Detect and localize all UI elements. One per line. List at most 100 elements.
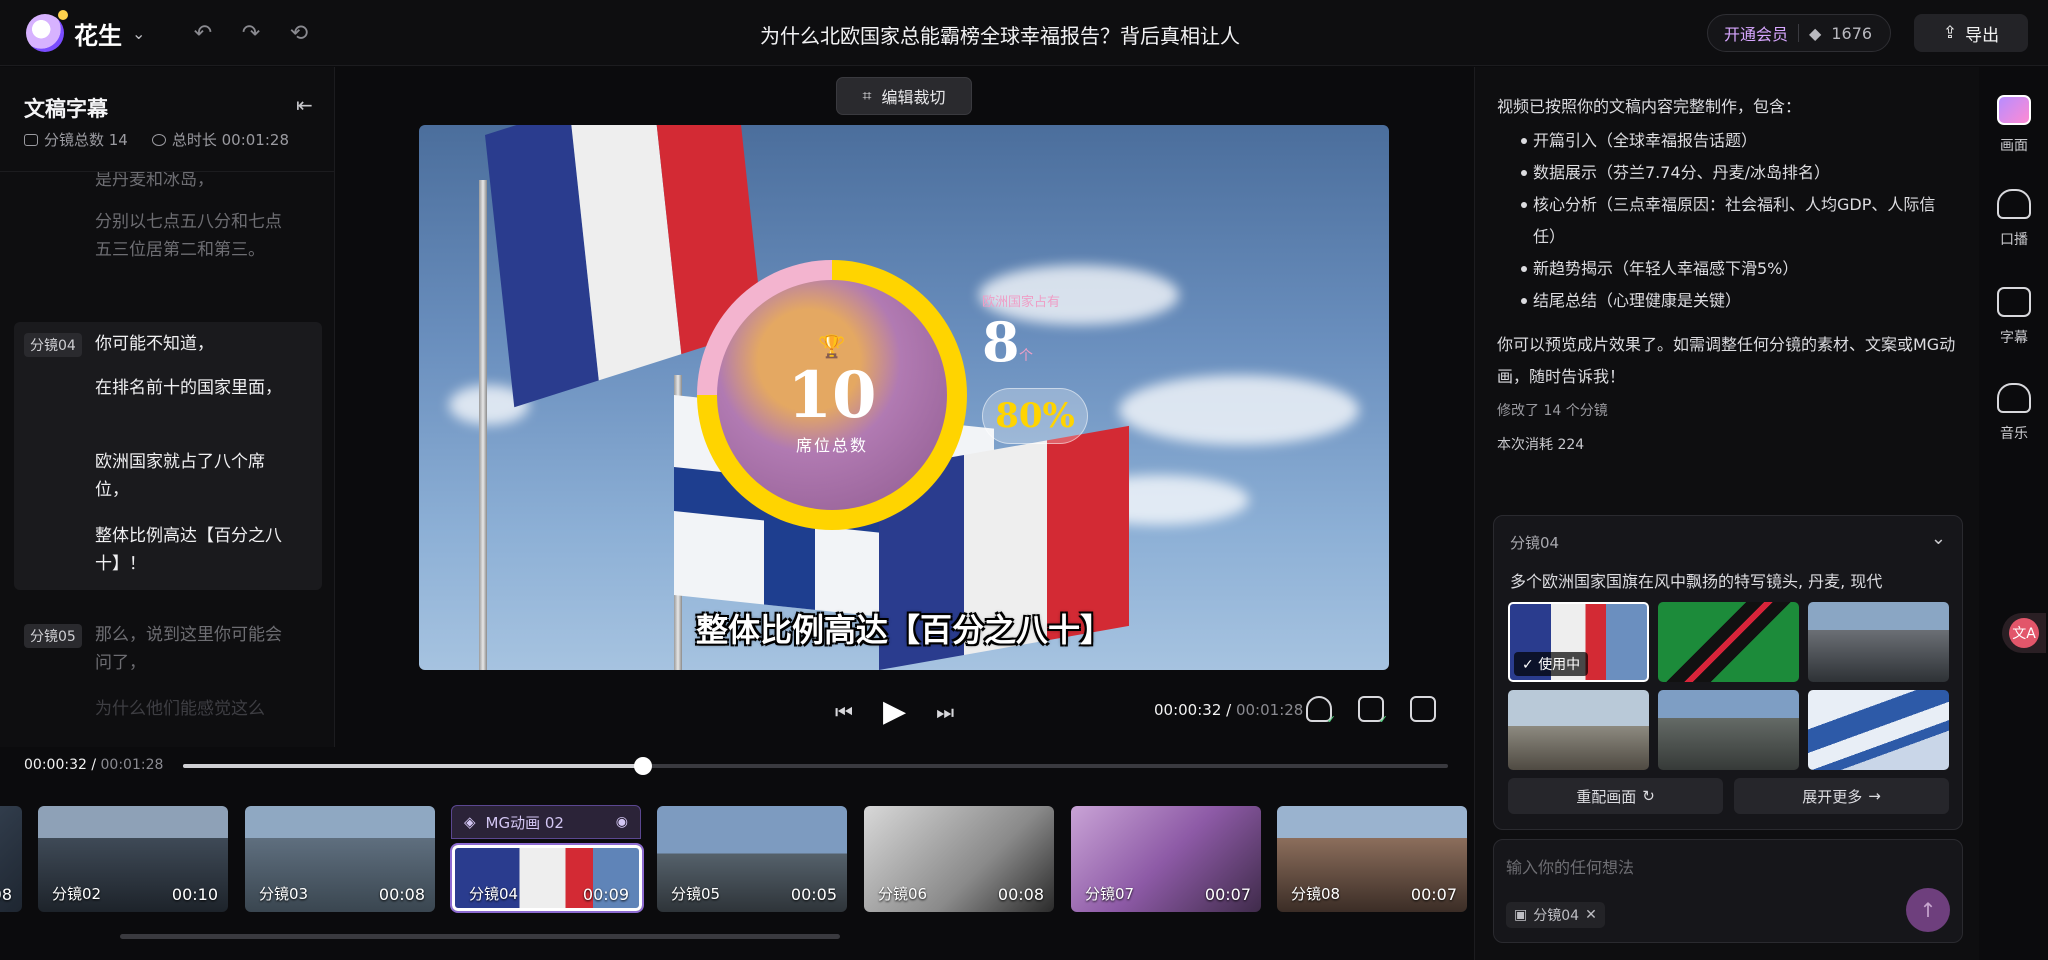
translate-float-button[interactable]: 文A: [2002, 613, 2046, 653]
timeline-scrubber[interactable]: [183, 757, 1448, 775]
script-line[interactable]: 那么，说到这里你可能会问了，: [95, 621, 285, 677]
shot-tag: 分镜04: [1510, 534, 1560, 552]
scrubber-handle[interactable]: [634, 757, 653, 775]
clip-thumb[interactable]: 分镜08 00:07: [1277, 806, 1467, 912]
chat-input-box[interactable]: 输入你的任何想法 ▣ 分镜04 ✕ ↑: [1493, 839, 1963, 943]
message-followup: 你可以预览成片效果了。如需调整任何分镜的素材、文案或MG动画，随时告诉我！: [1497, 335, 1956, 386]
rail-item-music[interactable]: 音乐: [1980, 383, 2048, 443]
clip-name: 分镜03: [259, 885, 309, 903]
video-icon: ▣: [1514, 907, 1528, 923]
footage-thumb[interactable]: [1658, 690, 1799, 770]
clip-thumb[interactable]: 08: [0, 806, 22, 912]
history-icon[interactable]: ⟲: [286, 20, 312, 46]
clip-strip[interactable]: 08 分镜02 00:10 分镜03 00:08 分镜04 00:09 分镜05…: [0, 800, 1470, 920]
send-button[interactable]: ↑: [1906, 888, 1950, 932]
context-chip[interactable]: ▣ 分镜04 ✕: [1506, 902, 1605, 928]
next-icon[interactable]: ⏭: [936, 700, 954, 724]
message-list: 开篇引入（全球幸福报告话题） 数据展示（芬兰7.74分、丹麦/冰岛排名） 核心分…: [1497, 125, 1957, 317]
regenerate-button[interactable]: 重配画面 ↻: [1508, 778, 1723, 814]
redo-icon[interactable]: ↷: [238, 20, 264, 46]
script-line[interactable]: 是丹麦和冰岛，: [95, 172, 285, 194]
clip-thumb[interactable]: 分镜05 00:05: [657, 806, 847, 912]
clip-thumb[interactable]: 分镜02 00:10: [38, 806, 228, 912]
credit-icon: ◆: [1809, 23, 1822, 43]
clip-thumb[interactable]: 分镜03 00:08: [245, 806, 435, 912]
undo-icon[interactable]: ↶: [190, 20, 216, 46]
collapse-panel-icon[interactable]: ⇤: [296, 93, 313, 117]
project-title[interactable]: 为什么北欧国家总能霸榜全球幸福报告？背后真相让人: [700, 20, 1300, 49]
in-use-badge: ✓ 使用中: [1514, 652, 1589, 676]
stat-value: 8: [982, 310, 1020, 374]
footage-thumb[interactable]: [1508, 690, 1649, 770]
list-item: 数据展示（芬兰7.74分、丹麦/冰岛排名）: [1497, 157, 1957, 189]
rail-label: 口播: [2000, 232, 2028, 248]
script-line[interactable]: 你可能不知道，: [95, 330, 285, 358]
clip-name: 分镜05: [671, 885, 721, 903]
divider: [1798, 24, 1800, 42]
script-list[interactable]: 是丹麦和冰岛， 分别以七点五八分和七点五三位居第二和第三。 分镜04 你可能不知…: [0, 172, 335, 747]
chevron-down-icon[interactable]: ⌄: [132, 24, 145, 43]
footage-thumb-selected[interactable]: ✓ 使用中: [1508, 602, 1649, 682]
flag-pole: [479, 180, 487, 670]
refresh-icon: ↻: [1642, 787, 1655, 805]
time-current: 00:00:32: [1154, 701, 1222, 719]
script-line[interactable]: 整体比例高达【百分之八十】！: [95, 522, 285, 578]
clip-name: 分镜02: [52, 885, 102, 903]
clip-name: 分镜04: [469, 885, 519, 903]
clip-duration: 00:07: [1204, 885, 1251, 904]
cc-icon: [1997, 287, 2031, 317]
preview-tools: ✓ ✓: [1306, 696, 1436, 726]
app-logo[interactable]: 花生 ⌄: [26, 10, 145, 52]
footage-thumb[interactable]: [1808, 690, 1949, 770]
clip-name: 分镜07: [1085, 885, 1135, 903]
stat-caption: 欧洲国家占有: [982, 295, 1061, 310]
script-line[interactable]: 分别以七点五八分和七点五三位居第二和第三。: [95, 208, 285, 264]
timeline-time: 00:00:32 / 00:01:28: [24, 757, 164, 773]
script-segment[interactable]: 是丹麦和冰岛， 分别以七点五八分和七点五三位居第二和第三。: [14, 172, 322, 296]
shots-total: 分镜总数 14: [44, 131, 128, 149]
clip-name: 分镜08: [1291, 885, 1341, 903]
timeline-scrollbar[interactable]: [120, 934, 840, 939]
subtitle-check-icon[interactable]: ✓: [1358, 696, 1388, 726]
rail-item-voice[interactable]: 口播: [1980, 189, 2048, 249]
translate-icon: 文A: [2009, 618, 2039, 648]
clip-thumb[interactable]: 分镜07 00:07: [1071, 806, 1261, 912]
previous-icon[interactable]: ⏮: [835, 700, 853, 724]
video-preview[interactable]: 🏆 10 席位总数 欧洲国家占有 8 个 80% 整体比例高达【百分之八十】: [419, 125, 1389, 670]
trophy-icon: 🏆: [818, 334, 846, 360]
script-line[interactable]: 为什么他们能感觉这么: [95, 695, 285, 723]
vip-pill[interactable]: 开通会员 ◆ 1676: [1707, 14, 1891, 52]
modified-count: 修改了 14 个分镜: [1497, 403, 1608, 419]
credit-cost: 本次消耗 224: [1497, 437, 1585, 453]
script-segment-active[interactable]: 分镜04 你可能不知道， 在排名前十的国家里面， 欧洲国家就占了八个席位， 整体…: [14, 322, 322, 590]
edit-crop-button[interactable]: ⌗ 编辑裁切: [836, 77, 972, 115]
chip-label: 分镜04: [1533, 908, 1580, 924]
export-label: 导出: [1965, 25, 2000, 46]
script-line[interactable]: 欧洲国家就占了八个席位，: [95, 448, 285, 504]
chevron-down-icon[interactable]: ⌄: [1931, 528, 1946, 549]
scrubber-fill: [183, 764, 644, 768]
clip-duration: 08: [0, 885, 12, 904]
export-button[interactable]: ⇪ 导出: [1914, 14, 2028, 52]
expand-more-button[interactable]: 展开更多 →: [1734, 778, 1949, 814]
voice-check-icon[interactable]: ✓: [1306, 696, 1336, 726]
more-label: 展开更多: [1802, 787, 1863, 806]
footage-thumb[interactable]: [1658, 602, 1799, 682]
preview-timecode: 00:00:32 / 00:01:28: [1154, 701, 1304, 719]
tl-current: 00:00:32: [24, 757, 87, 773]
clip-name: 分镜06: [878, 885, 928, 903]
cloud: [1119, 375, 1359, 445]
fullscreen-icon[interactable]: [1410, 696, 1436, 722]
tl-total: 00:01:28: [100, 757, 164, 773]
chat-input[interactable]: 输入你的任何想法: [1506, 854, 1634, 878]
script-line[interactable]: 在排名前十的国家里面，: [95, 374, 285, 402]
rail-item-subtitles[interactable]: 字幕: [1980, 287, 2048, 347]
rail-item-visuals[interactable]: 画面: [1980, 95, 2048, 155]
clip-thumb[interactable]: 分镜06 00:08: [864, 806, 1054, 912]
play-icon[interactable]: ▶: [883, 694, 906, 729]
close-icon[interactable]: ✕: [1585, 907, 1597, 923]
footage-thumb[interactable]: [1808, 602, 1949, 682]
vip-button[interactable]: 开通会员: [1724, 21, 1788, 45]
script-segment[interactable]: 分镜05 那么，说到这里你可能会问了， 为什么他们能感觉这么: [14, 617, 322, 747]
clip-thumb-selected[interactable]: 分镜04 00:09: [452, 845, 642, 911]
